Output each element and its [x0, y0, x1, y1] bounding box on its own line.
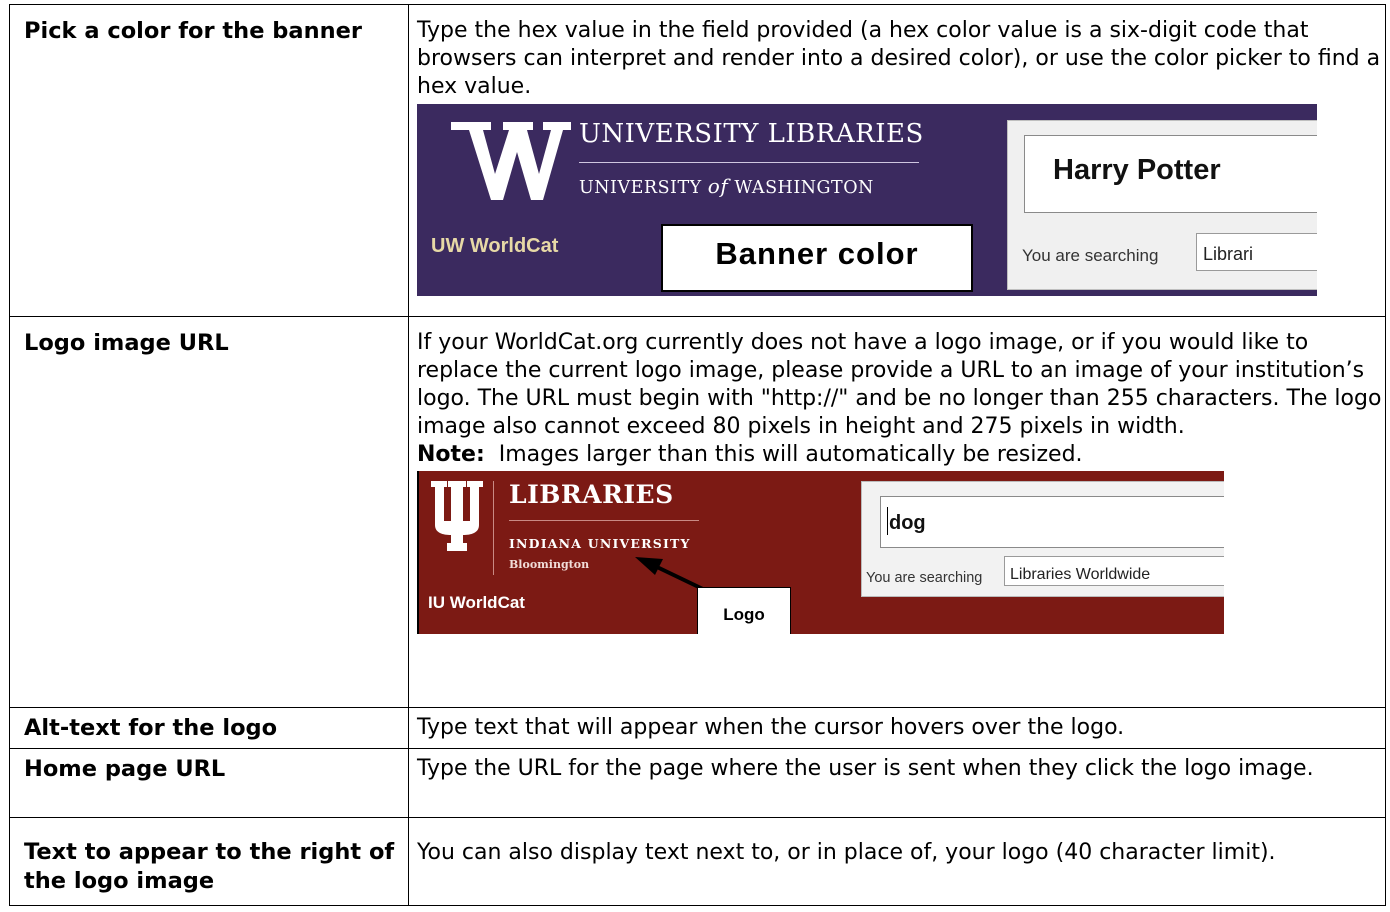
uw-libraries-title: UNIVERSITY LIBRARIES [579, 119, 924, 149]
banner-color-callout: Banner color [661, 224, 973, 292]
settings-table: Pick a color for the banner Type the hex… [9, 4, 1386, 906]
arrow-icon [635, 557, 708, 593]
row-description-alt-text: Type text that will appear when the curs… [408, 707, 1386, 749]
row-description-banner-color: Type the hex value in the field provided… [408, 4, 1386, 317]
description-text: If your WorldCat.org currently does not … [417, 330, 1382, 439]
table-row: Pick a color for the banner Type the hex… [9, 4, 1386, 317]
searching-select[interactable]: Libraries Worldwide [1004, 556, 1224, 586]
iu-banner-screenshot: LIBRARIES INDIANA UNIVERSITY Bloomington… [417, 471, 1224, 634]
row-label-banner-color: Pick a color for the banner [9, 4, 409, 317]
table-row: Home page URL Type the URL for the page … [9, 748, 1386, 818]
uw-w-logo-icon [451, 122, 571, 200]
table-row: Text to appear to the right of the logo … [9, 817, 1386, 906]
description-text: Type the hex value in the field provided… [417, 18, 1381, 99]
searching-label: You are searching [866, 570, 983, 586]
searching-select[interactable]: Librari [1196, 233, 1317, 271]
row-label-logo-url: Logo image URL [9, 316, 409, 708]
table-row: Alt-text for the logo Type text that wil… [9, 707, 1386, 749]
uw-university-subtitle: UNIVERSITY of WASHINGTON [579, 174, 874, 198]
row-description-text-right-of-logo: You can also display text next to, or in… [408, 817, 1386, 906]
search-panel: Harry Potter You are searching Librari [1007, 120, 1317, 290]
row-description-logo-url: If your WorldCat.org currently does not … [408, 316, 1386, 708]
search-input[interactable]: dog [880, 496, 1224, 548]
divider [579, 162, 919, 163]
searching-label: You are searching [1022, 246, 1159, 265]
note-text: Note: Images larger than this will autom… [417, 442, 1083, 467]
uw-worldcat-label: UW WorldCat [431, 235, 559, 257]
search-panel: dog You are searching Libraries Worldwid… [861, 481, 1224, 597]
row-label-text-right-of-logo: Text to appear to the right of the logo … [9, 817, 409, 906]
search-input[interactable]: Harry Potter [1024, 135, 1317, 213]
row-label-alt-text: Alt-text for the logo [9, 707, 409, 749]
uw-banner-screenshot: UNIVERSITY LIBRARIES UNIVERSITY of WASHI… [417, 104, 1317, 296]
row-description-home-page-url: Type the URL for the page where the user… [408, 748, 1386, 818]
row-label-home-page-url: Home page URL [9, 748, 409, 818]
table-row: Logo image URL If your WorldCat.org curr… [9, 316, 1386, 708]
logo-callout: Logo [697, 587, 791, 634]
